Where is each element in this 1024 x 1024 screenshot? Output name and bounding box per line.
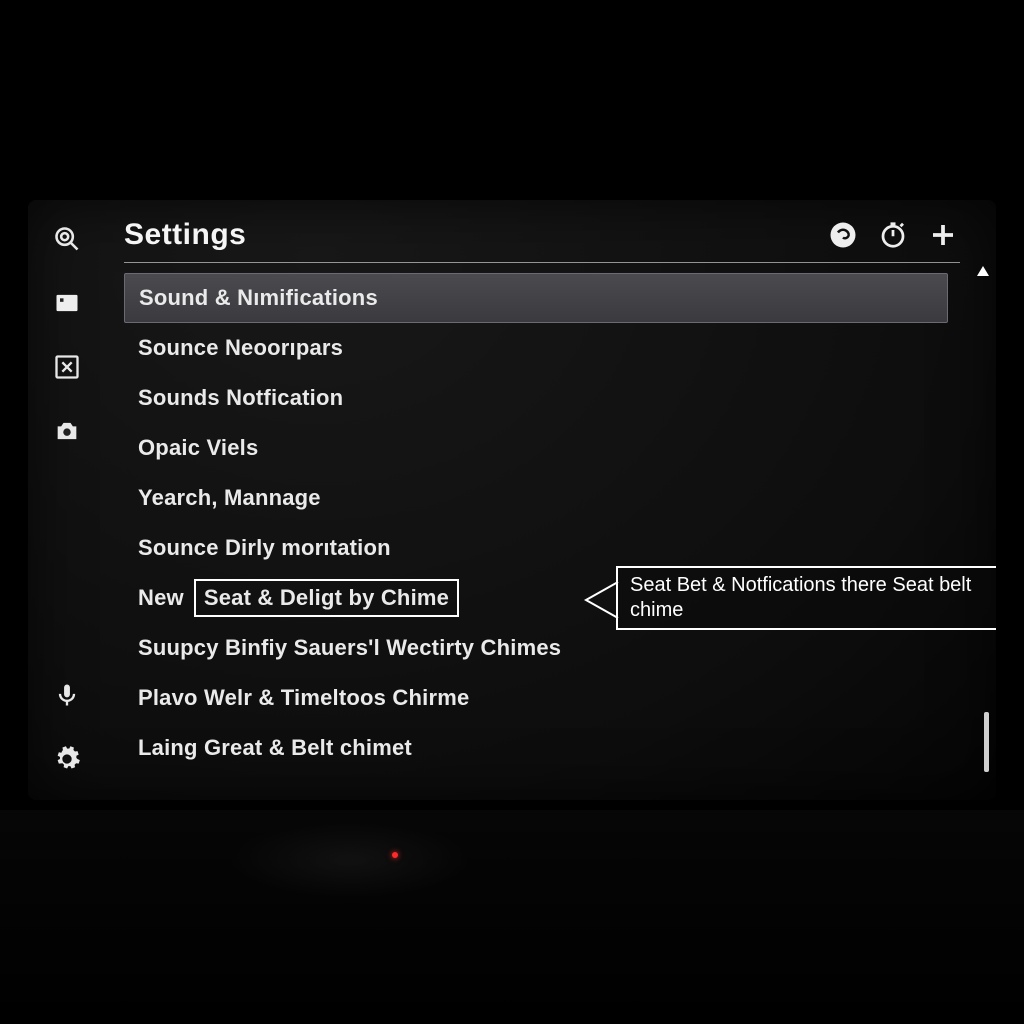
plus-icon[interactable] bbox=[926, 218, 960, 252]
scrollbar[interactable] bbox=[986, 270, 990, 784]
list-item-label: Opaic Viels bbox=[138, 435, 258, 461]
home-icon[interactable] bbox=[52, 288, 82, 318]
list-item-label: Sounce Neoorıpars bbox=[138, 335, 343, 361]
list-item-label: Sounds Notfication bbox=[138, 385, 343, 411]
chat-icon[interactable] bbox=[826, 218, 860, 252]
mic-icon[interactable] bbox=[52, 680, 82, 710]
annotation-callout: Seat Bet & Notfications there Seat belt … bbox=[616, 566, 996, 630]
timer-icon[interactable] bbox=[876, 218, 910, 252]
header-bar: Settings bbox=[124, 218, 960, 263]
callout-text: Seat Bet & Notfications there Seat belt … bbox=[630, 573, 996, 623]
list-item-label: Laing Great & Belt chimet bbox=[138, 735, 412, 761]
list-item[interactable]: Suupcy Binfiy Sauers'l Wectirty Chimes bbox=[124, 623, 948, 673]
main-panel: Settings Sound & Nımifications Sounce Ne… bbox=[106, 200, 996, 800]
list-item[interactable]: Sounce Neoorıpars bbox=[124, 323, 948, 373]
list-item-label: Plavo Welr & Timeltoos Chirme bbox=[138, 685, 469, 711]
page-title: Settings bbox=[124, 218, 246, 252]
stand-shadow bbox=[230, 820, 470, 900]
power-led-icon bbox=[392, 852, 398, 858]
gear-icon[interactable] bbox=[52, 744, 82, 774]
list-item-label: Sound & Nımifications bbox=[139, 285, 378, 311]
scroll-up-icon[interactable] bbox=[976, 264, 990, 278]
list-item-label: Yearch, Mannage bbox=[138, 485, 321, 511]
search-icon[interactable] bbox=[52, 224, 82, 254]
list-item[interactable]: Sounds Notfication bbox=[124, 373, 948, 423]
settings-list: Sound & Nımifications Sounce Neoorıpars … bbox=[124, 273, 972, 773]
list-item[interactable]: Sound & Nımifications bbox=[124, 273, 948, 323]
list-item-prefix: New bbox=[138, 585, 184, 611]
list-item[interactable]: Plavo Welr & Timeltoos Chirme bbox=[124, 673, 948, 723]
apps-icon[interactable] bbox=[52, 352, 82, 382]
scroll-thumb[interactable] bbox=[984, 712, 989, 772]
below-screen-area bbox=[0, 810, 1024, 1024]
list-item[interactable]: Opaic Viels bbox=[124, 423, 948, 473]
list-item[interactable]: Yearch, Mannage bbox=[124, 473, 948, 523]
screen-frame: Settings Sound & Nımifications Sounce Ne… bbox=[28, 200, 996, 800]
camera-icon[interactable] bbox=[52, 416, 82, 446]
list-item-label: Sounce Dirly morıtation bbox=[138, 535, 391, 561]
left-sidebar bbox=[28, 200, 106, 800]
list-item-boxed-label: Seat & Deligt by Chime bbox=[194, 579, 459, 617]
list-item-label: Suupcy Binfiy Sauers'l Wectirty Chimes bbox=[138, 635, 561, 661]
list-item[interactable]: Laing Great & Belt chimet bbox=[124, 723, 948, 773]
